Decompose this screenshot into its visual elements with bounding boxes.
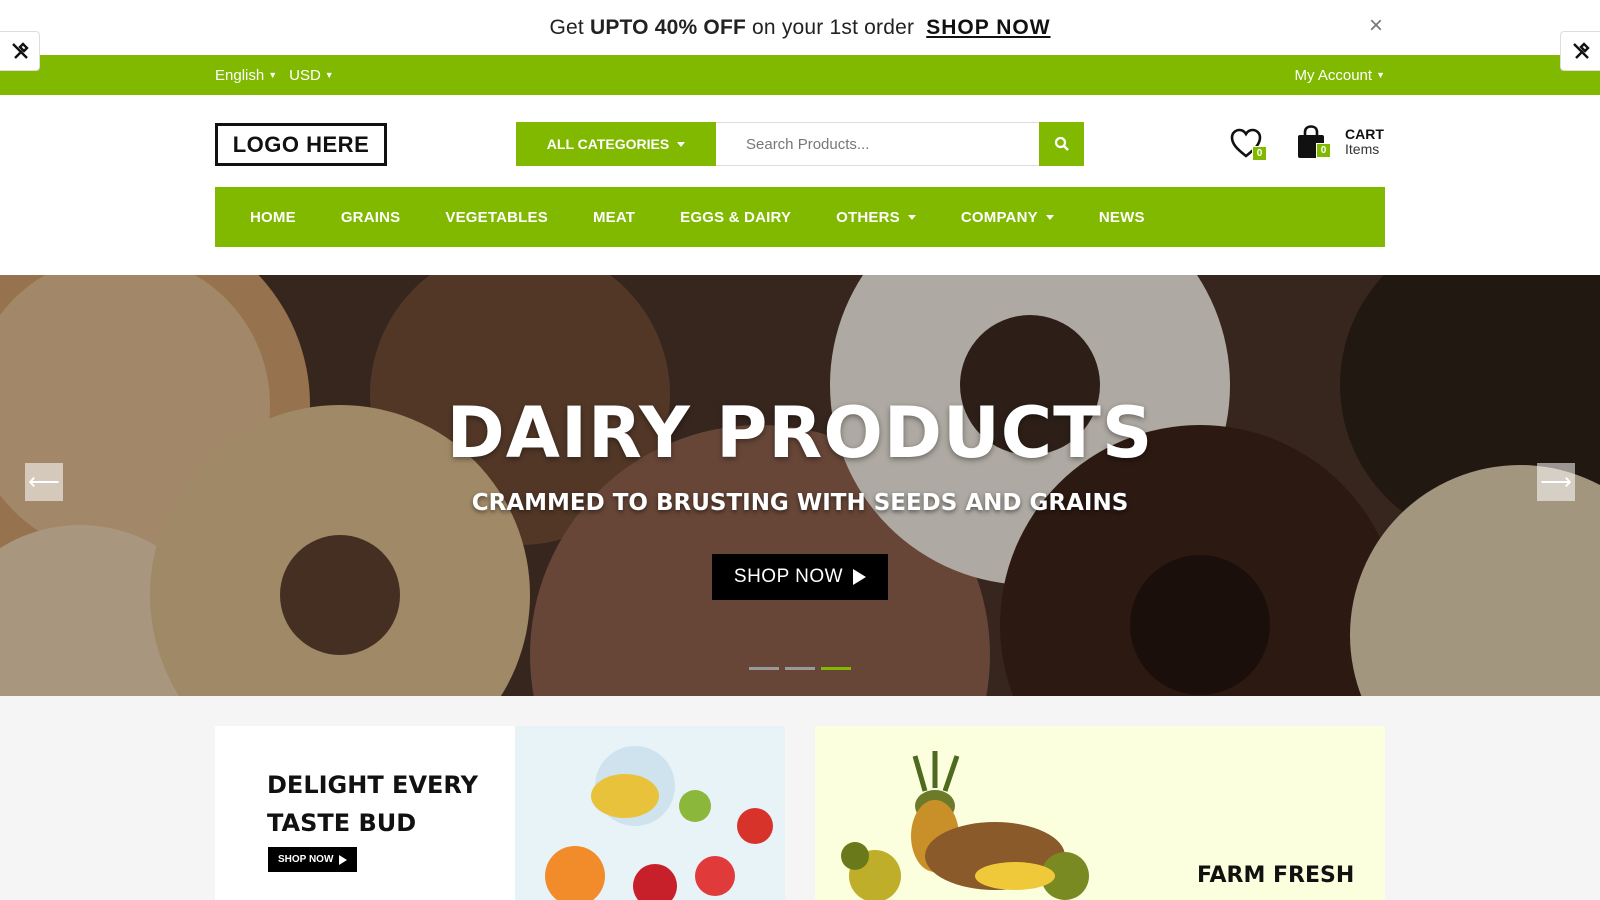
chevron-down-icon: ▼ bbox=[324, 70, 334, 80]
tools-toggle-right[interactable] bbox=[1560, 31, 1600, 71]
cart-sublabel: Items bbox=[1345, 141, 1380, 157]
logo[interactable]: LOGO HERE bbox=[215, 123, 387, 166]
hero-shop-now-button[interactable]: SHOP NOW bbox=[711, 554, 889, 600]
play-icon bbox=[339, 854, 348, 865]
promo-suffix: on your 1st order bbox=[746, 15, 915, 39]
currency-dropdown[interactable]: USD ▼ bbox=[289, 67, 334, 84]
language-label: English bbox=[215, 66, 265, 84]
banner-farm-fresh[interactable]: FARM FRESH bbox=[815, 726, 1385, 900]
hero-shop-now-label: SHOP NOW bbox=[733, 566, 844, 587]
promo-prefix: Get bbox=[549, 15, 590, 39]
nav-item-label: NEWS bbox=[1098, 208, 1145, 226]
banner-shop-now-label: SHOP NOW bbox=[278, 854, 334, 865]
cart-label: CART bbox=[1345, 126, 1384, 142]
banner-shop-now-button[interactable]: SHOP NOW bbox=[268, 847, 358, 872]
hero-subtitle: CRAMMED TO BRUSTING WITH SEEDS AND GRAIN… bbox=[471, 490, 1129, 516]
wishlist-count-badge: 0 bbox=[1252, 146, 1267, 161]
promo-highlight: UPTO 40% OFF bbox=[589, 15, 746, 39]
nav-item-label: MEAT bbox=[592, 208, 636, 226]
tools-icon bbox=[1572, 42, 1590, 59]
nav-item-news[interactable]: NEWS bbox=[1099, 209, 1145, 226]
promo-shop-now-link[interactable]: SHOP NOW bbox=[926, 16, 1050, 39]
slider-dot[interactable] bbox=[785, 667, 815, 670]
nav-item-grains[interactable]: GRAINS bbox=[341, 209, 401, 226]
nav-item-label: EGGS & DAIRY bbox=[680, 208, 792, 226]
cart-count-badge: 0 bbox=[1316, 143, 1331, 158]
main-nav: HOME GRAINS VEGETABLES MEAT EGGS & DAIRY OTHE… bbox=[215, 187, 1385, 247]
nav-item-eggs-dairy[interactable]: EGGS & DAIRY bbox=[680, 209, 791, 226]
caret-down-icon bbox=[907, 214, 916, 220]
nav-item-label: OTHERS bbox=[836, 208, 900, 226]
nav-item-meat[interactable]: MEAT bbox=[593, 209, 635, 226]
tools-toggle-left[interactable] bbox=[0, 31, 40, 71]
nav-item-label: HOME bbox=[250, 208, 296, 226]
account-dropdown[interactable]: My Account ▼ bbox=[1295, 67, 1385, 84]
promo-banners: DELIGHT EVERY TASTE BUD SHOP NOW FARM FR… bbox=[215, 726, 1385, 900]
currency-label: USD bbox=[289, 66, 321, 84]
promo-text: Get UPTO 40% OFF on your 1st order SHOP … bbox=[549, 16, 1050, 40]
hero-slider: DAIRY PRODUCTS CRAMMED TO BRUSTING WITH … bbox=[0, 275, 1600, 696]
cart-button[interactable]: 0 CART Items bbox=[1295, 124, 1384, 160]
nav-item-others[interactable]: OTHERS bbox=[836, 209, 916, 226]
promo-bar: Get UPTO 40% OFF on your 1st order SHOP … bbox=[0, 0, 1600, 55]
chevron-down-icon: ▼ bbox=[268, 70, 278, 80]
caret-down-icon bbox=[677, 141, 686, 147]
search-bar: ALL CATEGORIES bbox=[516, 122, 1084, 166]
close-icon[interactable]: × bbox=[1362, 12, 1390, 40]
chevron-down-icon: ▼ bbox=[1376, 70, 1385, 80]
banner-delight[interactable]: DELIGHT EVERY TASTE BUD SHOP NOW bbox=[215, 726, 785, 900]
slider-dot[interactable] bbox=[749, 667, 779, 670]
caret-down-icon bbox=[1045, 214, 1054, 220]
play-icon bbox=[853, 569, 867, 585]
banner-delight-line1: DELIGHT EVERY bbox=[267, 771, 478, 799]
nav-item-label: GRAINS bbox=[340, 208, 401, 226]
all-categories-button[interactable]: ALL CATEGORIES bbox=[516, 122, 716, 166]
search-button[interactable] bbox=[1039, 122, 1084, 166]
language-dropdown[interactable]: English ▼ bbox=[215, 67, 277, 84]
search-icon bbox=[1054, 136, 1069, 151]
slider-dot[interactable] bbox=[821, 667, 851, 670]
search-input[interactable] bbox=[716, 122, 1039, 166]
slider-prev-arrow[interactable]: ⟵ bbox=[25, 463, 63, 501]
account-label: My Account bbox=[1294, 66, 1373, 84]
tools-icon bbox=[11, 42, 29, 59]
nav-item-home[interactable]: HOME bbox=[250, 209, 296, 226]
slider-next-arrow[interactable]: ⟶ bbox=[1537, 463, 1575, 501]
top-bar: English ▼ USD ▼ My Account ▼ bbox=[0, 55, 1600, 95]
banner-farm-fresh-title: FARM FRESH bbox=[1197, 863, 1355, 888]
nav-item-vegetables[interactable]: VEGETABLES bbox=[445, 209, 548, 226]
site-header: LOGO HERE ALL CATEGORIES 0 0 CART Items bbox=[0, 95, 1600, 277]
nav-item-label: VEGETABLES bbox=[445, 208, 548, 226]
nav-item-company[interactable]: COMPANY bbox=[961, 209, 1054, 226]
banner-delight-line2: TASTE BUD bbox=[267, 809, 417, 837]
nav-item-label: COMPANY bbox=[960, 208, 1038, 226]
slider-dots bbox=[749, 667, 851, 670]
all-categories-label: ALL CATEGORIES bbox=[546, 136, 670, 152]
banner-delight-title: DELIGHT EVERY TASTE BUD bbox=[267, 766, 478, 842]
wishlist-button[interactable]: 0 bbox=[1229, 127, 1267, 161]
cart-icon-wrap: 0 bbox=[1295, 124, 1331, 160]
hero-title: DAIRY PRODUCTS bbox=[446, 392, 1154, 474]
